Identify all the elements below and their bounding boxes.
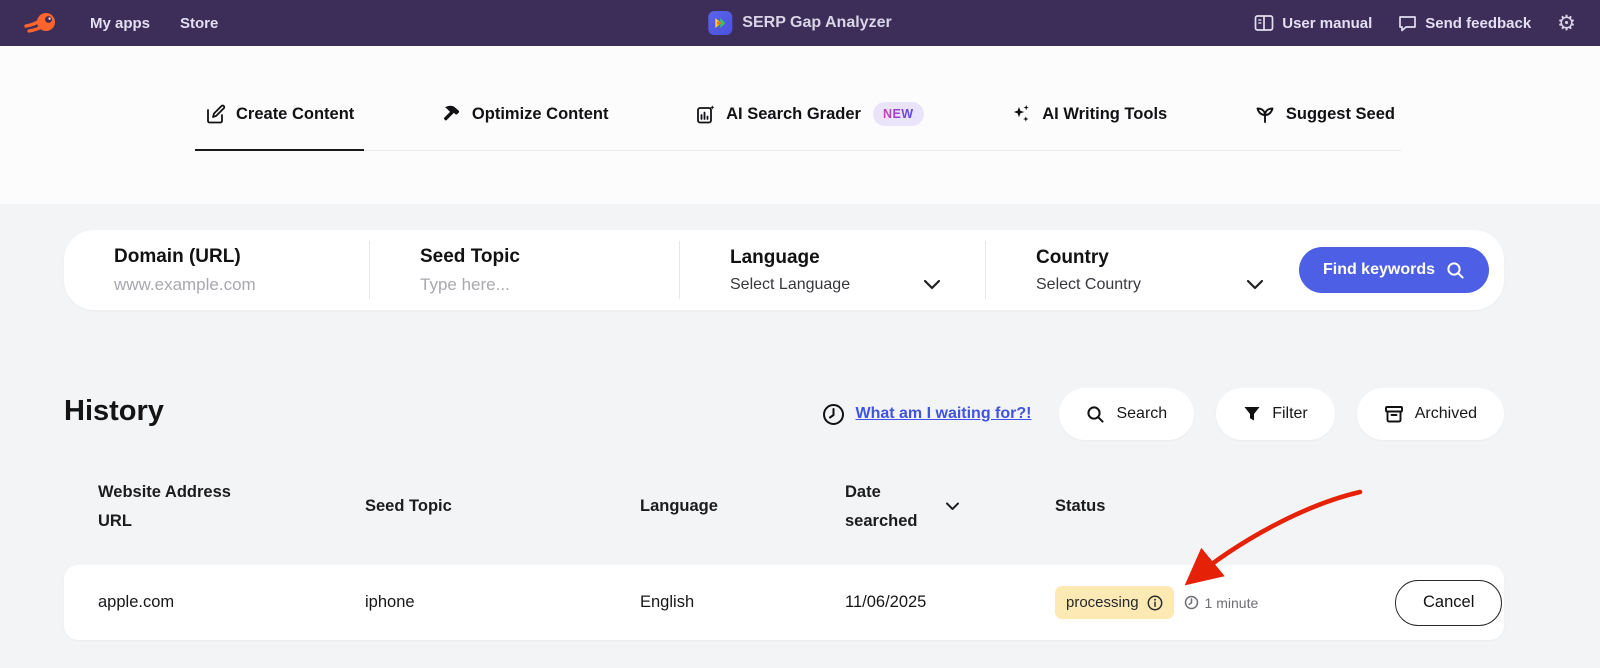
tab-suggest-seed[interactable]: Suggest Seed [1248, 102, 1401, 150]
history-table-header: Website Address URL Seed Topic Language … [64, 478, 1504, 536]
tab-ai-writing-tools-label: AI Writing Tools [1042, 104, 1168, 123]
processing-status-badge: processing [1055, 586, 1174, 619]
seed-topic-field-group: Seed Topic [370, 241, 680, 299]
col-language: Language [640, 497, 718, 516]
clock-icon [1184, 595, 1198, 610]
history-table-row: apple.com iphone English 11/06/2025 proc… [64, 565, 1504, 640]
tab-ai-search-grader-label: AI Search Grader [726, 104, 861, 123]
chevron-down-icon [923, 279, 941, 290]
find-keywords-button[interactable]: Find keywords [1298, 247, 1489, 293]
top-bar: My apps Store SERP Gap Analyzer User man… [0, 0, 1600, 46]
send-feedback-button[interactable]: Send feedback [1398, 14, 1531, 32]
domain-field-group: Domain (URL) [64, 241, 370, 299]
processing-status-label: processing [1066, 594, 1139, 611]
book-icon [1254, 15, 1274, 31]
col-seed-topic: Seed Topic [365, 497, 452, 516]
filter-funnel-icon [1244, 407, 1260, 421]
user-manual-label: User manual [1282, 14, 1373, 32]
tab-suggest-seed-label: Suggest Seed [1285, 104, 1395, 123]
domain-input[interactable] [114, 274, 344, 295]
nav-store[interactable]: Store [180, 15, 218, 32]
app-title: SERP Gap Analyzer [742, 14, 892, 31]
archived-button[interactable]: Archived [1356, 388, 1504, 440]
nav-my-apps[interactable]: My apps [90, 15, 150, 32]
tab-optimize-content[interactable]: Optimize Content [435, 102, 615, 150]
elapsed-time-label: 1 minute [1204, 594, 1259, 611]
user-manual-button[interactable]: User manual [1254, 14, 1372, 32]
new-badge: NEW [872, 102, 924, 126]
language-select-value: Select Language [730, 275, 851, 293]
search-icon [1087, 405, 1105, 423]
tab-ai-search-grader[interactable]: AI Search Grader NEW [689, 102, 929, 150]
search-icon [1447, 261, 1464, 279]
seed-topic-input[interactable] [420, 274, 654, 295]
row-website: apple.com [98, 593, 175, 611]
col-status: Status [1055, 497, 1106, 516]
country-select[interactable]: Select Country [1036, 276, 1308, 294]
col-date-searched[interactable]: Date searched [845, 478, 1055, 536]
seed-sprout-icon [1256, 107, 1274, 123]
row-language: English [640, 593, 695, 611]
waiting-info: What am I waiting for?! [822, 403, 1031, 426]
country-field-label: Country [1036, 246, 1109, 268]
edit-pencil-icon [207, 104, 226, 123]
waiting-link[interactable]: What am I waiting for?! [855, 405, 1031, 423]
tab-ai-writing-tools[interactable]: AI Writing Tools [1004, 102, 1173, 150]
language-field-label: Language [730, 246, 820, 268]
row-seed-topic: iphone [365, 593, 415, 611]
tabs-band: Create Content Optimize Content AI Searc… [0, 46, 1600, 204]
filter-button-label: Filter [1272, 405, 1308, 422]
archived-button-label: Archived [1414, 405, 1477, 422]
chevron-down-icon [1246, 279, 1264, 290]
serp-gap-analyzer-app-icon [708, 11, 733, 35]
filter-button[interactable]: Filter [1216, 388, 1335, 440]
search-button[interactable]: Search [1059, 388, 1195, 440]
hammer-icon [443, 105, 460, 120]
grader-chart-icon [697, 104, 715, 123]
search-button-label: Search [1116, 405, 1168, 422]
sort-chevron-down-icon [946, 502, 959, 511]
tab-optimize-content-label: Optimize Content [471, 104, 609, 123]
find-keywords-label: Find keywords [1322, 261, 1435, 278]
elapsed-time: 1 minute [1184, 594, 1259, 611]
send-feedback-label: Send feedback [1425, 14, 1532, 32]
feedback-bubble-icon [1399, 16, 1417, 32]
col-website-address: Website Address URL [98, 483, 231, 530]
history-controls: What am I waiting for?! Search Filter Ar… [822, 388, 1504, 440]
settings-gear-icon[interactable]: ⚙ [1557, 13, 1576, 34]
sparkles-icon [1014, 105, 1030, 122]
cancel-button[interactable]: Cancel [1395, 579, 1503, 626]
tab-create-content[interactable]: Create Content [194, 102, 365, 151]
history-title: History [64, 395, 164, 427]
row-status-cell: processing 1 minute [1055, 586, 1395, 619]
country-field-group: Country Select Country [986, 241, 1308, 299]
app-title-chip: SERP Gap Analyzer [708, 0, 892, 46]
keyword-search-card: Domain (URL) Seed Topic Language Select … [64, 230, 1504, 310]
tab-create-content-label: Create Content [236, 104, 355, 123]
info-icon[interactable] [1147, 595, 1163, 611]
semrush-logo-icon[interactable] [24, 9, 60, 37]
language-select[interactable]: Select Language [730, 276, 985, 294]
domain-field-label: Domain (URL) [114, 245, 241, 267]
row-date: 11/06/2025 [845, 593, 927, 611]
country-select-value: Select Country [1036, 275, 1141, 293]
tab-bar: Create Content Optimize Content AI Searc… [194, 102, 1401, 151]
archive-box-icon [1384, 405, 1403, 422]
clock-icon [823, 403, 845, 425]
seed-topic-field-label: Seed Topic [420, 245, 520, 267]
language-field-group: Language Select Language [680, 241, 986, 299]
